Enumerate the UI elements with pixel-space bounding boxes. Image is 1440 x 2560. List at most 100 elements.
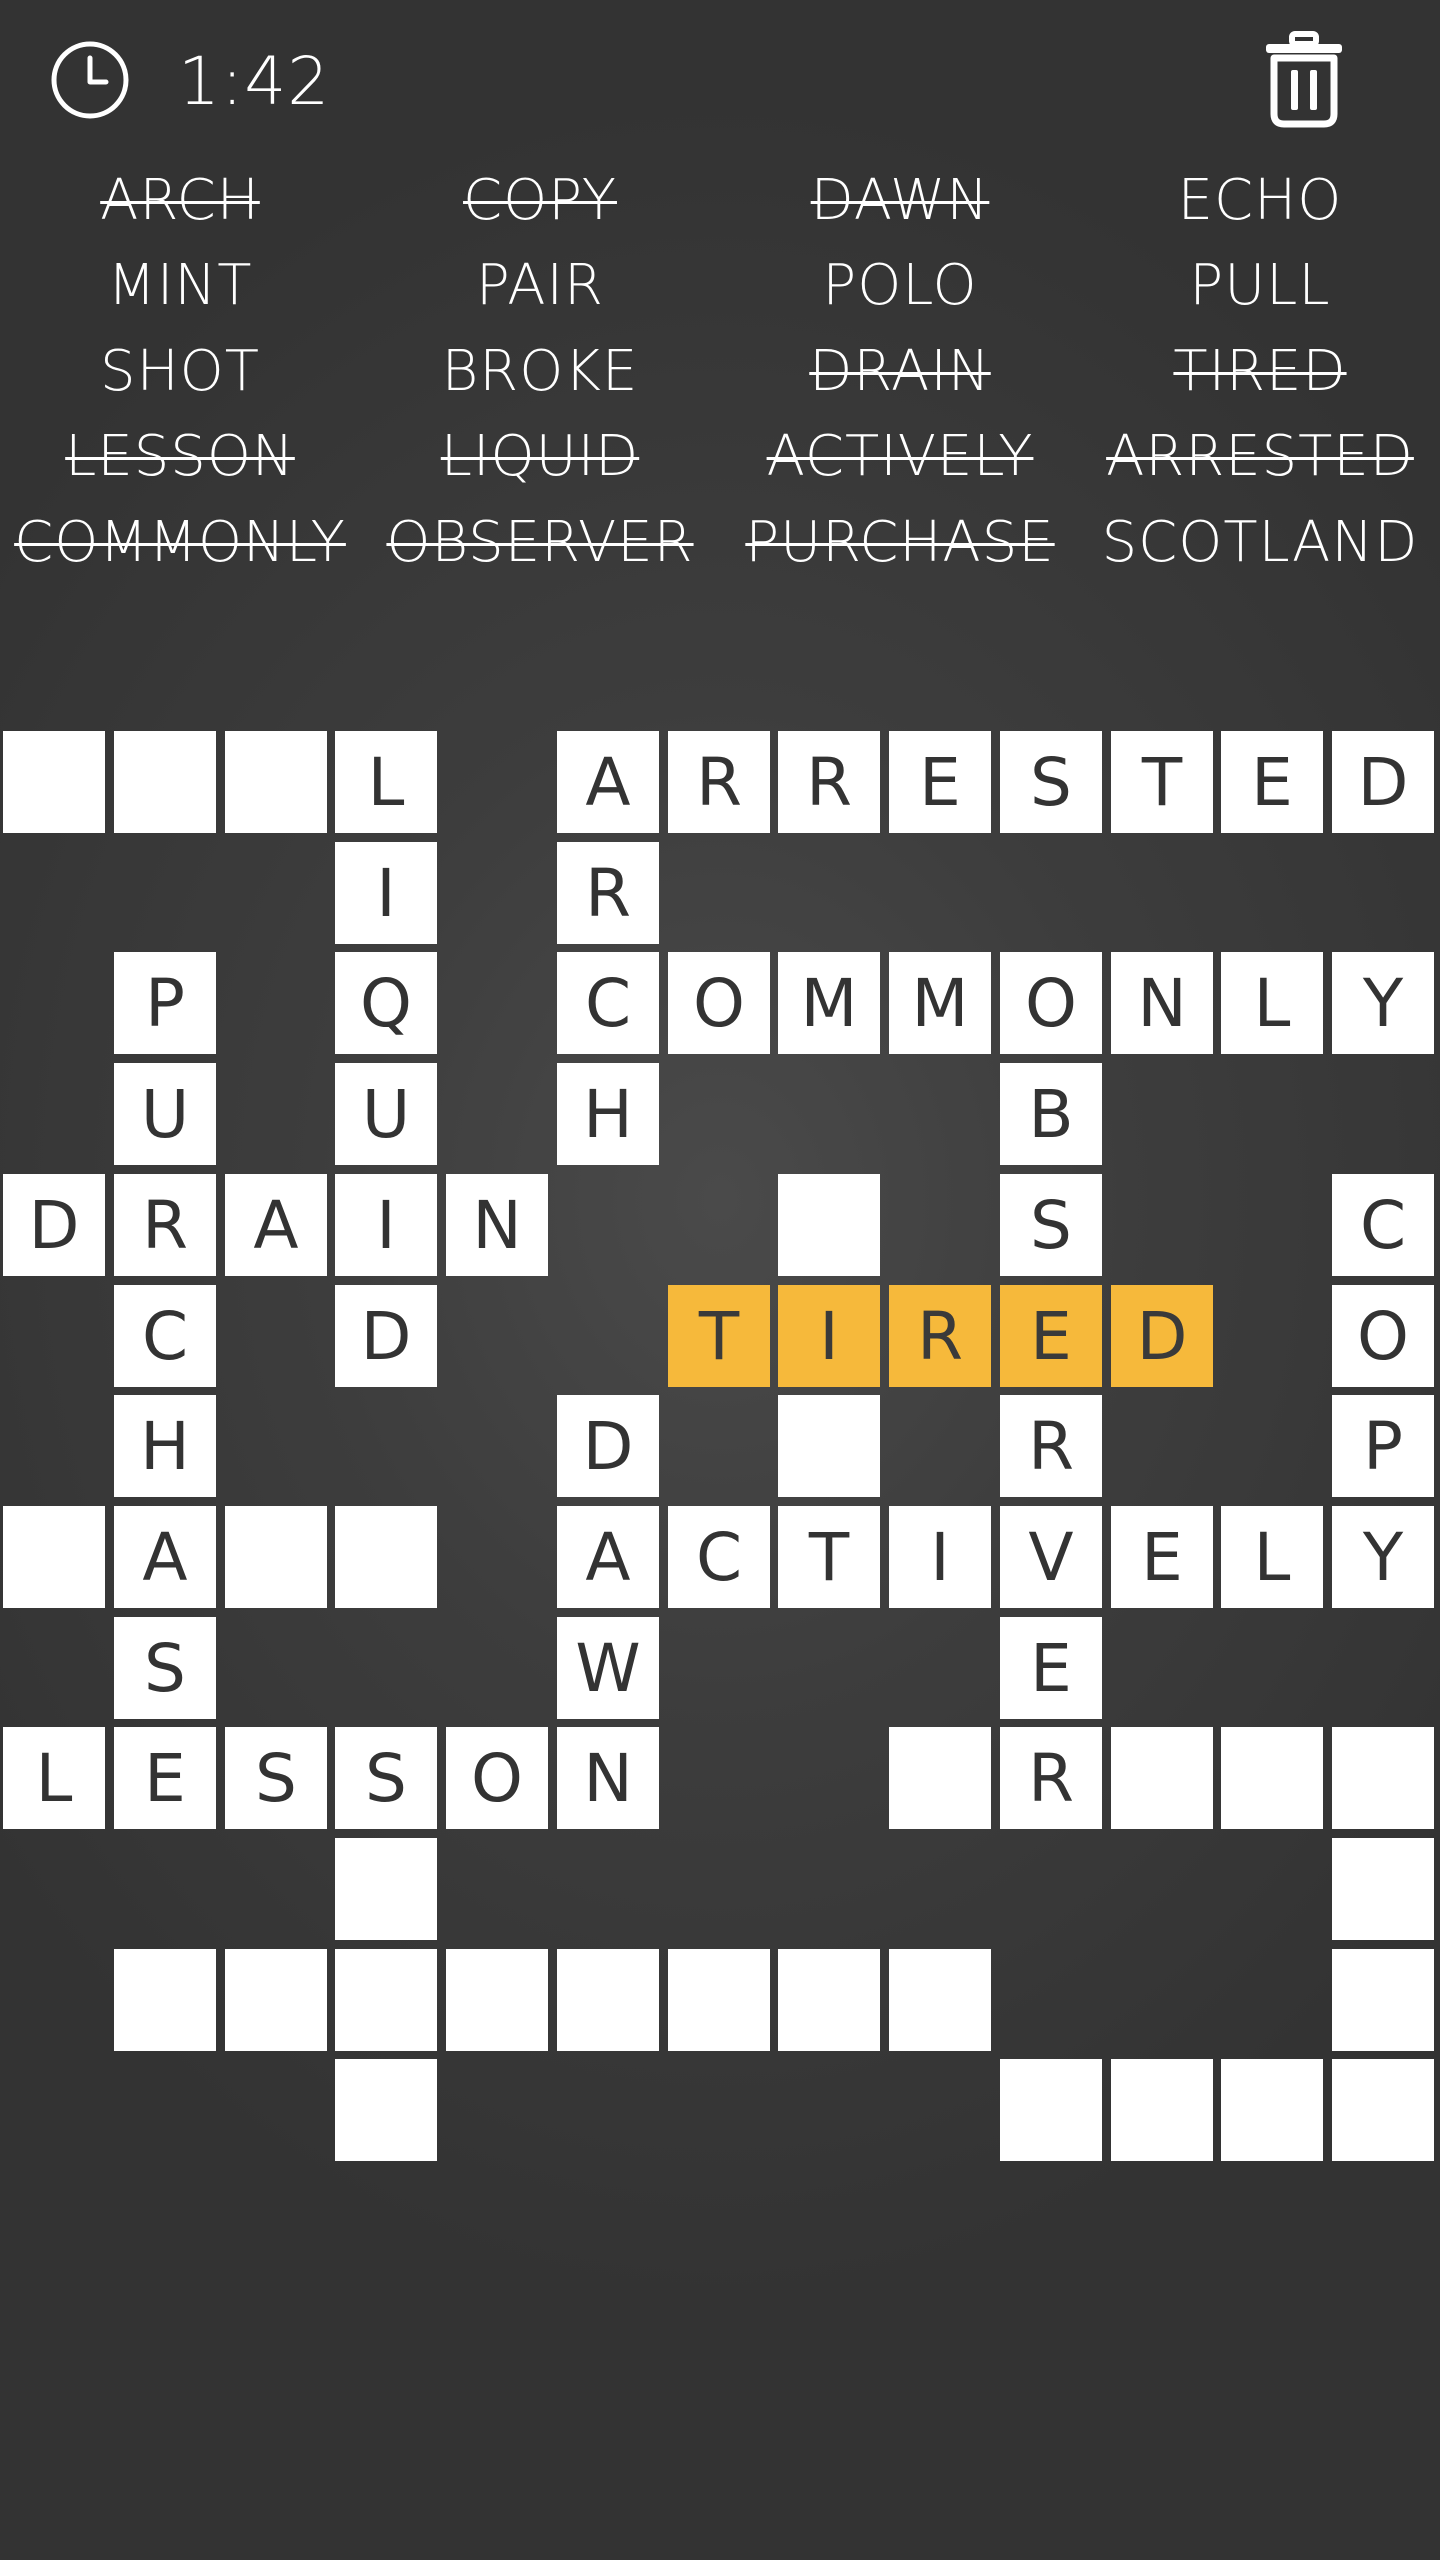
grid-cell-filled[interactable]: R [114,1174,216,1276]
grid-cell-empty[interactable] [1111,2059,1213,2161]
grid-cell-highlighted[interactable]: T [668,1285,770,1387]
grid-cell-filled[interactable]: R [557,842,659,944]
grid-cell-filled[interactable]: A [114,1506,216,1608]
grid-cell-filled[interactable]: H [557,1063,659,1165]
grid-cell-filled[interactable]: O [668,952,770,1054]
grid-cell-empty[interactable] [1332,1727,1434,1829]
grid-cell-filled[interactable]: E [114,1727,216,1829]
grid-cell-filled[interactable]: U [335,1063,437,1165]
grid-cell-filled[interactable]: P [114,952,216,1054]
grid-cell-empty[interactable] [114,731,216,833]
grid-cell-empty[interactable] [1221,1727,1323,1829]
grid-cell-filled[interactable]: M [889,952,991,1054]
grid-cell-filled[interactable]: N [557,1727,659,1829]
grid-cell-filled[interactable]: C [114,1285,216,1387]
grid-cell-filled[interactable]: L [3,1727,105,1829]
grid-cell-filled[interactable]: S [114,1617,216,1719]
grid-cell-empty[interactable] [3,1506,105,1608]
grid-cell-filled[interactable]: B [1000,1063,1102,1165]
grid-cell-filled[interactable]: I [889,1506,991,1608]
grid-cell-empty[interactable] [335,1838,437,1940]
grid-cell-filled[interactable]: D [557,1395,659,1497]
grid-cell-filled[interactable]: D [335,1285,437,1387]
grid-cell-filled[interactable]: E [1000,1617,1102,1719]
grid-cell-filled[interactable]: A [557,731,659,833]
grid-cell-empty[interactable] [1332,1949,1434,2051]
grid-cell-filled[interactable]: I [335,842,437,944]
grid-cell-filled[interactable]: N [1111,952,1213,1054]
grid-cell-empty[interactable] [1000,2059,1102,2161]
grid-cell-filled[interactable]: C [1332,1174,1434,1276]
grid-cell-filled[interactable]: A [225,1174,327,1276]
grid-cell-filled[interactable]: R [1000,1395,1102,1497]
grid-cell-filled[interactable]: S [1000,1174,1102,1276]
grid-cell-filled[interactable]: Y [1332,1506,1434,1608]
grid-cell-filled[interactable]: D [3,1174,105,1276]
grid-cell-empty[interactable] [668,1949,770,2051]
grid-cell-filled[interactable]: L [1221,1506,1323,1608]
grid-cell-filled[interactable]: W [557,1617,659,1719]
grid-cell-filled[interactable]: S [225,1727,327,1829]
grid-cell-filled[interactable]: H [114,1395,216,1497]
grid-cell-filled[interactable]: M [778,952,880,1054]
grid-cell-filled[interactable]: R [668,731,770,833]
grid-cell-empty[interactable] [778,1174,880,1276]
word-remaining: SCOTLAND [1101,509,1419,575]
grid-cell-empty[interactable] [1332,1838,1434,1940]
grid-cell-empty[interactable] [778,1395,880,1497]
word-found: COPY [463,167,617,233]
grid-cell-empty[interactable] [225,731,327,833]
grid-cell-empty[interactable] [446,1949,548,2051]
grid-cell-filled[interactable]: A [557,1506,659,1608]
grid-cell-empty[interactable] [3,731,105,833]
grid-cell-empty[interactable] [778,1949,880,2051]
grid-cell-filled[interactable]: S [335,1727,437,1829]
grid-cell-empty[interactable] [225,1949,327,2051]
grid-cell-filled[interactable]: Y [1332,952,1434,1054]
grid-cell-filled[interactable]: S [1000,731,1102,833]
grid-cell-filled[interactable]: V [1000,1506,1102,1608]
grid-cell-filled[interactable]: D [1332,731,1434,833]
grid-cell-empty[interactable] [889,1949,991,2051]
grid-cell-empty[interactable] [114,1949,216,2051]
grid-cell-empty[interactable] [1221,2059,1323,2161]
clear-button[interactable] [1262,30,1346,128]
grid-cell-filled[interactable]: I [335,1174,437,1276]
word-found: TIRED [1173,338,1347,404]
grid-cell-filled[interactable]: O [1000,952,1102,1054]
grid-cell-empty[interactable] [1111,1727,1213,1829]
grid-cell-filled[interactable]: C [557,952,659,1054]
word-remaining: PAIR [476,253,604,319]
trash-icon [1262,31,1346,132]
grid-cell-filled[interactable]: P [1332,1395,1434,1497]
grid-cell-filled[interactable]: O [1332,1285,1434,1387]
grid-cell-empty[interactable] [1332,2059,1434,2161]
word-remaining: SHOT [100,338,260,404]
grid-cell-filled[interactable]: T [778,1506,880,1608]
grid-cell-empty[interactable] [335,1949,437,2051]
grid-cell-highlighted[interactable]: R [889,1285,991,1387]
grid-cell-filled[interactable]: R [1000,1727,1102,1829]
grid-cell-filled[interactable]: C [668,1506,770,1608]
grid-cell-empty[interactable] [225,1506,327,1608]
grid-cell-filled[interactable]: O [446,1727,548,1829]
word-found: DAWN [810,167,990,233]
grid-cell-filled[interactable]: E [1221,731,1323,833]
grid-cell-filled[interactable]: E [889,731,991,833]
grid-cell-filled[interactable]: T [1111,731,1213,833]
grid-cell-highlighted[interactable]: D [1111,1285,1213,1387]
grid-cell-empty[interactable] [335,1506,437,1608]
grid-cell-empty[interactable] [335,2059,437,2161]
grid-cell-filled[interactable]: L [1221,952,1323,1054]
word-found: ACTIVELY [766,424,1034,490]
grid-cell-filled[interactable]: Q [335,952,437,1054]
grid-cell-filled[interactable]: L [335,731,437,833]
grid-cell-empty[interactable] [557,1949,659,2051]
grid-cell-filled[interactable]: R [778,731,880,833]
grid-cell-filled[interactable]: U [114,1063,216,1165]
grid-cell-highlighted[interactable]: E [1000,1285,1102,1387]
grid-cell-empty[interactable] [889,1727,991,1829]
grid-cell-highlighted[interactable]: I [778,1285,880,1387]
grid-cell-filled[interactable]: E [1111,1506,1213,1608]
grid-cell-filled[interactable]: N [446,1174,548,1276]
